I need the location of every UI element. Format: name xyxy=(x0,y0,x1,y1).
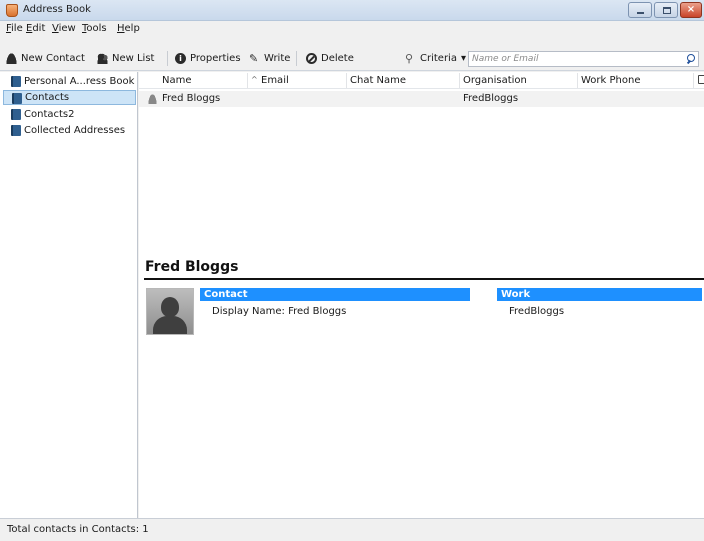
chevron-down-icon: ▾ xyxy=(460,53,466,64)
minimize-button[interactable] xyxy=(628,2,652,18)
work-section-header: Work xyxy=(497,288,702,301)
column-picker-icon[interactable] xyxy=(698,75,704,84)
sidebar-item-contacts2[interactable]: Contacts2 xyxy=(3,107,136,122)
contacts-pane: Name ^ Email Chat Name Organisation Work… xyxy=(139,72,704,518)
menu-tools[interactable]: Tools xyxy=(82,23,107,34)
column-divider[interactable] xyxy=(459,73,460,88)
window-title: Address Book xyxy=(23,4,91,15)
toolbar-separator xyxy=(167,51,168,66)
cell-organisation: FredBloggs xyxy=(463,93,519,104)
menu-edit-label: dit xyxy=(32,23,46,34)
close-button[interactable]: × xyxy=(680,2,702,18)
sidebar-item-collected-addresses[interactable]: Collected Addresses xyxy=(3,123,136,138)
title-bar[interactable]: Address Book × xyxy=(0,0,704,21)
column-divider[interactable] xyxy=(247,73,248,88)
contact-name-heading: Fred Bloggs xyxy=(145,259,239,275)
sort-ascending-icon: ^ xyxy=(251,75,258,84)
contact-details: Fred Bloggs Contact Display Name: Fred B… xyxy=(139,256,704,518)
contact-photo xyxy=(146,288,194,335)
properties-icon: i xyxy=(175,53,186,64)
column-header: Name ^ Email Chat Name Organisation Work… xyxy=(139,72,704,89)
menu-tools-label: ools xyxy=(86,23,107,34)
menu-file-label: ile xyxy=(11,23,23,34)
address-book-icon xyxy=(11,109,21,120)
minimize-icon xyxy=(637,12,644,14)
search-box xyxy=(468,51,699,67)
address-book-app-icon xyxy=(6,4,18,17)
criteria-dropdown[interactable]: ⚲ Criteria ▾ xyxy=(405,52,466,65)
menu-file[interactable]: File xyxy=(6,23,23,34)
status-bar: Total contacts in Contacts: 1 xyxy=(0,518,704,541)
address-book-list: Personal A...ress Book Contacts Contacts… xyxy=(0,72,138,518)
column-divider[interactable] xyxy=(346,73,347,88)
address-book-icon xyxy=(11,76,21,87)
sidebar-item-label: Contacts2 xyxy=(24,109,75,120)
column-divider[interactable] xyxy=(577,73,578,88)
new-list-label: New List xyxy=(112,53,155,64)
new-contact-label: New Contact xyxy=(21,53,85,64)
search-input[interactable] xyxy=(472,53,672,65)
sidebar-item-label: Collected Addresses xyxy=(24,125,126,136)
column-email[interactable]: Email xyxy=(261,75,289,86)
properties-label: Properties xyxy=(190,53,241,64)
column-organisation[interactable]: Organisation xyxy=(463,75,527,86)
new-list-icon xyxy=(97,53,108,64)
menu-bar: File Edit View Tools Help xyxy=(0,22,704,37)
address-book-icon xyxy=(11,125,21,136)
new-contact-button[interactable]: New Contact xyxy=(6,52,85,65)
menu-edit[interactable]: Edit xyxy=(26,23,45,34)
menu-view[interactable]: View xyxy=(52,23,76,34)
maximize-button[interactable] xyxy=(654,2,678,18)
maximize-icon xyxy=(663,7,671,14)
toolbar-separator xyxy=(296,51,297,66)
delete-label: Delete xyxy=(321,53,354,64)
avatar-head xyxy=(161,297,179,317)
column-chat-name[interactable]: Chat Name xyxy=(350,75,406,86)
sidebar-item-label: Personal A...ress Book xyxy=(24,76,135,87)
column-divider[interactable] xyxy=(693,73,694,88)
properties-button[interactable]: i Properties xyxy=(175,52,241,65)
write-button[interactable]: ✎ Write xyxy=(249,52,290,65)
sidebar-item-contacts[interactable]: Contacts xyxy=(3,90,136,105)
write-label: Write xyxy=(264,53,291,64)
avatar-body xyxy=(153,316,187,334)
sidebar-item-label: Contacts xyxy=(25,92,70,103)
menu-help-label: elp xyxy=(124,23,140,34)
criteria-label: Criteria xyxy=(420,53,457,64)
status-text: Total contacts in Contacts: 1 xyxy=(7,524,149,535)
heading-rule xyxy=(144,278,704,280)
contact-icon xyxy=(148,94,157,104)
column-work-phone[interactable]: Work Phone xyxy=(581,75,640,86)
address-book-window: Address Book × File Edit View Tools Help… xyxy=(0,0,704,541)
table-row[interactable]: Fred Bloggs FredBloggs xyxy=(139,91,704,107)
new-list-button[interactable]: New List xyxy=(97,52,154,65)
criteria-icon: ⚲ xyxy=(405,52,414,65)
column-name[interactable]: Name xyxy=(162,75,192,86)
toolbar: New Contact New List i Properties ✎ Writ… xyxy=(0,37,704,71)
menu-view-accel: V xyxy=(52,23,59,34)
new-contact-icon xyxy=(6,53,17,64)
delete-icon xyxy=(306,53,317,64)
menu-help[interactable]: Help xyxy=(117,23,140,34)
cell-name: Fred Bloggs xyxy=(162,93,221,104)
search-icon[interactable] xyxy=(686,54,696,64)
delete-button[interactable]: Delete xyxy=(306,52,354,65)
window-controls: × xyxy=(628,2,702,19)
sidebar-item-personal-address-book[interactable]: Personal A...ress Book xyxy=(3,74,136,89)
address-book-icon xyxy=(12,93,22,104)
close-icon: × xyxy=(686,4,696,15)
menu-help-accel: H xyxy=(117,23,125,34)
contact-section-header: Contact xyxy=(200,288,470,301)
pen-icon: ✎ xyxy=(249,52,259,65)
work-organisation: FredBloggs xyxy=(509,306,565,317)
display-name: Display Name: Fred Bloggs xyxy=(212,306,347,317)
menu-view-label: iew xyxy=(58,23,76,34)
